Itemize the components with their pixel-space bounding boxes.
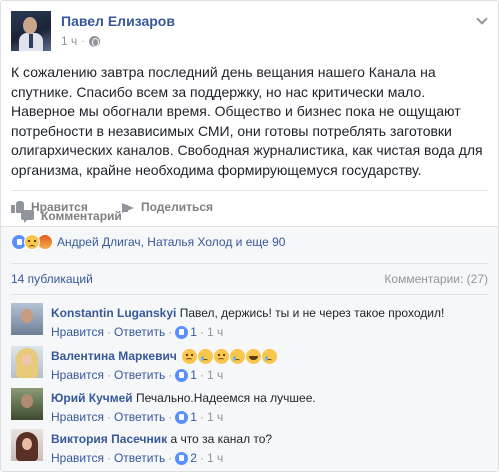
- crying-emoji-icon: [230, 349, 246, 365]
- crying-emoji-icon: [198, 349, 214, 365]
- likes-count: 1: [190, 410, 197, 424]
- commenter-name[interactable]: Konstantin Luganskyi: [51, 306, 176, 320]
- dot-separator: ·: [106, 410, 111, 424]
- likes-count: 1: [190, 325, 197, 339]
- post-header: Павел Елизаров 1 ч ·: [11, 11, 488, 55]
- avatar[interactable]: [11, 303, 43, 335]
- dot-separator: ·: [106, 325, 111, 339]
- sad-emoji-icon: [182, 349, 198, 365]
- post-card: Павел Елизаров 1 ч · К сожалению завтра …: [0, 0, 499, 472]
- comment-like-button[interactable]: Нравится: [51, 451, 104, 465]
- like-icon: [175, 410, 189, 424]
- dot-separator: ·: [199, 451, 204, 465]
- comment-reply-button[interactable]: Ответить: [114, 325, 165, 339]
- comment-time[interactable]: 1 ч: [207, 451, 223, 465]
- comment-like-button[interactable]: Нравится: [51, 368, 104, 382]
- chevron-down-icon[interactable]: [476, 15, 488, 27]
- reactions-summary[interactable]: Андрей Длигач, Наталья Холод и еще 90: [11, 234, 285, 250]
- comment-actions: Нравится · Ответить · 1 · 1 ч: [51, 368, 223, 382]
- dot-separator: ·: [168, 325, 173, 339]
- avatar[interactable]: [11, 429, 43, 461]
- likes-count: 2: [190, 451, 197, 465]
- commenter-name[interactable]: Виктория Пасечник: [51, 432, 167, 446]
- author-name[interactable]: Павел Елизаров: [61, 13, 175, 29]
- comment-item: Konstantin Luganskyi Павел, держись! ты …: [11, 303, 488, 347]
- comment-line: Юрий Кучмей Печально.Надеемся на лучшее.: [51, 390, 316, 406]
- reaction-icons: [11, 234, 53, 250]
- author-avatar[interactable]: [11, 11, 51, 51]
- globe-icon[interactable]: [88, 35, 100, 47]
- divider: [11, 263, 488, 264]
- dot-separator: ·: [106, 368, 111, 382]
- dot-separator: ·: [106, 451, 111, 465]
- divider: [11, 190, 488, 191]
- dot-separator: ·: [199, 325, 204, 339]
- comment-like-button[interactable]: Нравится: [51, 410, 104, 424]
- dot-separator: ·: [168, 451, 173, 465]
- comment-reply-button[interactable]: Ответить: [114, 451, 165, 465]
- comment-likes[interactable]: 1: [175, 325, 197, 339]
- comment-text: Павел, держись! ты и не через такое прох…: [179, 306, 445, 320]
- like-icon: [175, 325, 189, 339]
- reactors-text[interactable]: Андрей Длигач, Наталья Холод и еще 90: [57, 235, 285, 249]
- comment-time[interactable]: 1 ч: [207, 325, 223, 339]
- avatar[interactable]: [11, 388, 43, 420]
- comment-line: Валентина Маркевич: [51, 348, 278, 365]
- comment-text: а что за канал то?: [170, 432, 273, 446]
- comment-likes[interactable]: 1: [175, 368, 197, 382]
- laughing-emoji-icon: [246, 349, 262, 365]
- comment-item: Виктория Пасечник а что за канал то? Нра…: [11, 429, 488, 472]
- comment-line: Konstantin Luganskyi Павел, держись! ты …: [51, 305, 444, 321]
- dot-separator: ·: [168, 410, 173, 424]
- comments-count[interactable]: Комментарии: (27): [384, 272, 488, 286]
- comment-time[interactable]: 1 ч: [207, 368, 223, 382]
- crying-emoji-icon: [262, 349, 278, 365]
- meta-separator: ·: [81, 35, 85, 47]
- commenter-name[interactable]: Юрий Кучмей: [51, 391, 133, 405]
- share-icon: [121, 200, 135, 214]
- comment-actions: Нравится · Ответить · 2 · 1 ч: [51, 451, 223, 465]
- post-time[interactable]: 1 ч: [61, 34, 77, 48]
- post-meta: 1 ч ·: [61, 34, 100, 48]
- sad-emoji-icon: [214, 349, 230, 365]
- comment-actions: Нравится · Ответить · 1 · 1 ч: [51, 325, 223, 339]
- comment-likes[interactable]: 1: [175, 410, 197, 424]
- comment-likes[interactable]: 2: [175, 451, 197, 465]
- comment-label: Комментарий: [41, 209, 122, 223]
- like-icon: [175, 368, 189, 382]
- comment-actions: Нравится · Ответить · 1 · 1 ч: [51, 410, 223, 424]
- comment-emoji: [182, 349, 278, 365]
- comment-reply-button[interactable]: Ответить: [114, 368, 165, 382]
- likes-count: 1: [190, 368, 197, 382]
- like-icon: [175, 451, 189, 465]
- dot-separator: ·: [168, 368, 173, 382]
- avatar[interactable]: [11, 346, 43, 378]
- comment-text: Печально.Надеемся на лучшее.: [136, 391, 316, 405]
- dot-separator: ·: [199, 410, 204, 424]
- divider: [11, 294, 488, 295]
- comment-item: Валентина Маркевич Нравится · Ответить ·…: [11, 346, 488, 390]
- shares-count[interactable]: 14 публикаций: [11, 272, 93, 286]
- comment-reply-button[interactable]: Ответить: [114, 410, 165, 424]
- comment-icon: [21, 209, 35, 223]
- post-body: К сожалению завтра последний день вещани…: [11, 64, 483, 178]
- action-bar: Нравится Комментарий Поделиться: [11, 194, 488, 223]
- commenter-name[interactable]: Валентина Маркевич: [51, 349, 177, 363]
- share-label: Поделиться: [141, 200, 214, 214]
- comment-time[interactable]: 1 ч: [207, 410, 223, 424]
- reaction-sad-icon: [24, 234, 40, 250]
- stats-row: 14 публикаций Комментарии: (27): [11, 272, 488, 286]
- comment-item: Юрий Кучмей Печально.Надеемся на лучшее.…: [11, 388, 488, 432]
- comment-line: Виктория Пасечник а что за канал то?: [51, 431, 272, 447]
- dot-separator: ·: [199, 368, 204, 382]
- comment-like-button[interactable]: Нравится: [51, 325, 104, 339]
